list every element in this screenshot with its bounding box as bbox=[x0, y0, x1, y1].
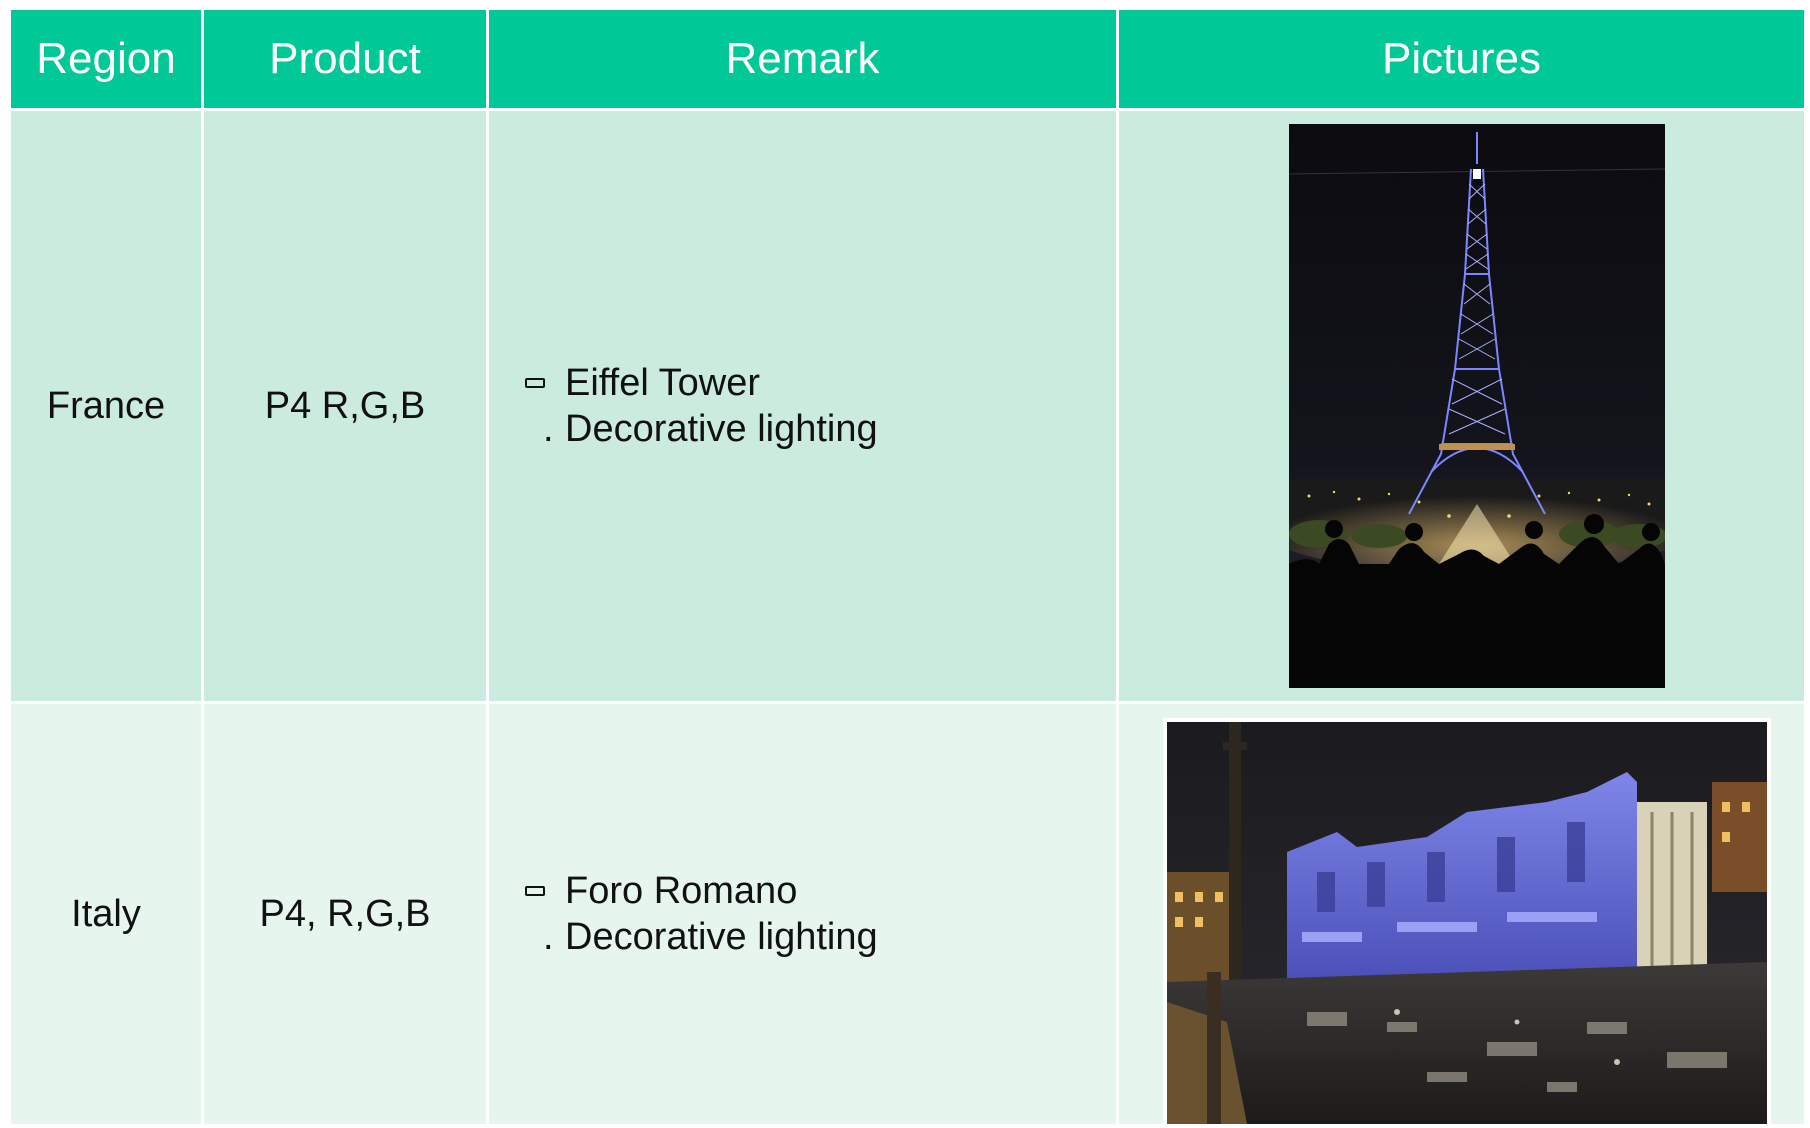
square-bullet-icon bbox=[525, 378, 545, 388]
project-table: Region Product Remark Pictures France P4… bbox=[8, 7, 1807, 1128]
remark-title: Foro Romano bbox=[565, 870, 798, 912]
product-cell: P4 R,G,B bbox=[201, 108, 489, 704]
remark-detail: Decorative lighting bbox=[565, 408, 878, 450]
picture-cell bbox=[1116, 108, 1807, 704]
sub-bullet: . bbox=[543, 916, 554, 958]
foro-romano-photo bbox=[1163, 718, 1771, 1128]
remark-detail-line: . Decorative lighting bbox=[525, 914, 1116, 960]
header-remark: Remark bbox=[486, 7, 1119, 111]
remark-detail-line: . Decorative lighting bbox=[525, 406, 1116, 452]
region-cell: Italy bbox=[8, 701, 204, 1127]
eiffel-tower-photo bbox=[1289, 124, 1665, 688]
remark-cell: Eiffel Tower . Decorative lighting bbox=[486, 108, 1119, 704]
header-pictures: Pictures bbox=[1116, 7, 1807, 111]
remark-title-line: Foro Romano bbox=[525, 868, 1116, 914]
remark-title: Eiffel Tower bbox=[565, 362, 761, 404]
remark-cell: Foro Romano . Decorative lighting bbox=[486, 701, 1119, 1127]
remark-detail: Decorative lighting bbox=[565, 916, 878, 958]
header-product: Product bbox=[201, 7, 489, 111]
picture-cell bbox=[1116, 701, 1807, 1128]
header-region: Region bbox=[8, 7, 204, 111]
table-row: France P4 R,G,B Eiffel Tower . Decorativ… bbox=[8, 108, 1807, 704]
square-bullet-icon bbox=[525, 886, 545, 896]
table-header-row: Region Product Remark Pictures bbox=[8, 7, 1807, 111]
region-cell: France bbox=[8, 108, 204, 704]
product-cell: P4, R,G,B bbox=[201, 701, 489, 1127]
table-row: Italy P4, R,G,B Foro Romano . Decorative… bbox=[8, 701, 1807, 1128]
sub-bullet: . bbox=[543, 408, 554, 450]
remark-title-line: Eiffel Tower bbox=[525, 360, 1116, 406]
